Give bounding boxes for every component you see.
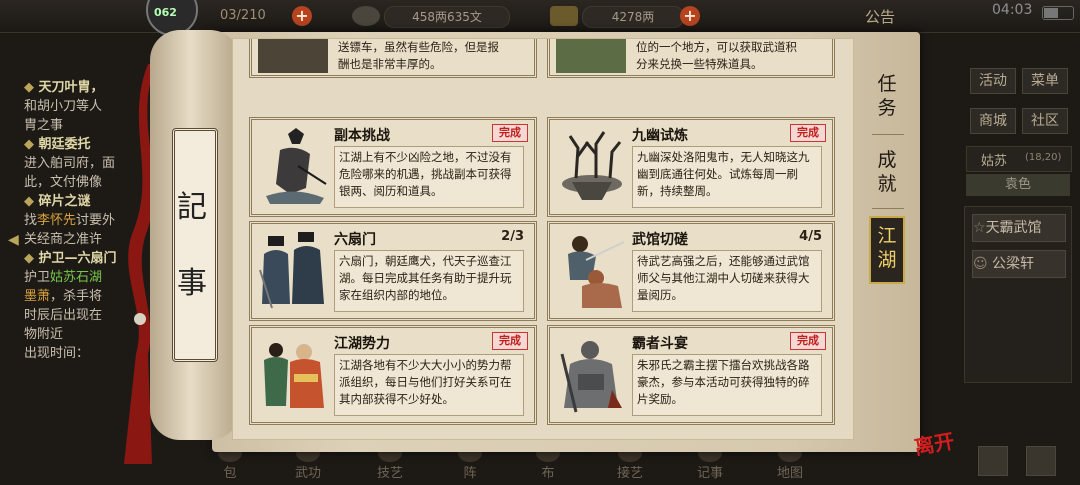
community-button[interactable]: 社区: [1022, 108, 1068, 134]
notice-button[interactable]: 公告: [865, 6, 895, 27]
scroll-title-plate: [172, 128, 218, 362]
location-name: 姑苏: [981, 154, 1008, 169]
battery-icon: [1042, 6, 1074, 20]
partial-card-arena[interactable]: 位的一个地方，可以获取武道积 分来兑换一些特殊道具。: [547, 39, 835, 78]
card-progress: 4/5: [799, 229, 822, 244]
activity-card-bazhe[interactable]: 霸者斗宴 完成 朱邪氏之霸主摆下擂台欢挑战各路豪杰，参与本活动可获得独特的碎片奖…: [547, 325, 835, 425]
activity-card-wuguan[interactable]: 武馆切磋 4/5 待武艺高强之后，还能够通过武馆师父与其他江湖中人切磋来获得大量…: [547, 221, 835, 321]
copper-coin-icon: [352, 6, 380, 26]
card-desc: 江湖上有不少凶险之地，不过没有危险哪来的机遇，挑战副本可获得银两、阅历和道具。: [334, 146, 524, 208]
partial-card-desc: 位的一个地方，可以获取武道积 分来兑换一些特殊道具。: [636, 40, 797, 71]
complete-badge: 完成: [492, 332, 528, 350]
silver-ingot-icon: [550, 6, 578, 26]
clock: 04:03: [992, 2, 1033, 18]
complete-badge: 完成: [790, 332, 826, 350]
card-title: 副本挑战: [334, 128, 390, 144]
tab-jianghu[interactable]: 江湖: [869, 216, 905, 284]
scroll-title-char: 事: [177, 266, 207, 301]
armored-warlord-art: [560, 341, 622, 413]
stamina-counter: 03/210: [220, 8, 266, 23]
location-link[interactable]: 姑苏石湖: [50, 270, 102, 285]
leave-button[interactable]: 离开: [912, 425, 956, 461]
bottom-right-slot-icon[interactable]: [978, 446, 1008, 476]
tab-divider: [872, 208, 904, 209]
energy-gauge-value: 062: [154, 6, 177, 19]
dead-tree-island-art: [562, 131, 622, 200]
tab-achievement[interactable]: 成就: [872, 148, 902, 196]
complete-badge: 完成: [790, 124, 826, 142]
scroll-title-char: 記: [177, 190, 207, 225]
arena-art: [556, 39, 626, 73]
shop-button[interactable]: 商城: [970, 108, 1016, 134]
activity-card-jiuyou[interactable]: 九幽试炼 完成 九幽深处洛阳鬼市，无人知晓这九幽到底通往何处。试炼每周一刷新，持…: [547, 117, 835, 217]
bottom-right-slot-icon[interactable]: [1026, 446, 1056, 476]
swordsman-art: [266, 128, 327, 204]
activity-button[interactable]: 活动: [970, 68, 1016, 94]
add-stamina-button[interactable]: +: [292, 6, 312, 26]
location-coords: (18,20): [1025, 152, 1062, 163]
tab-task[interactable]: 任务: [872, 72, 902, 120]
partial-card-escort[interactable]: 送镖车，虽然有些危险，但是报 酬也是非常丰厚的。: [249, 39, 537, 78]
card-progress: 2/3: [501, 229, 524, 244]
activity-card-faction[interactable]: 江湖势力 完成 江湖各地有不少大大小小的势力帮派组织，每日与他们打好关系可在其内…: [249, 325, 537, 425]
card-desc: 江湖各地有不少大大小小的势力帮派组织，每日与他们打好关系可在其内部获得不少好处。: [334, 354, 524, 416]
place-tianba-button[interactable]: ☆天霸武馆: [972, 214, 1066, 242]
tab-divider: [872, 134, 904, 135]
card-title: 江湖势力: [334, 336, 390, 352]
card-title: 霸者斗宴: [632, 336, 688, 352]
card-desc: 六扇门，朝廷鹰犬，代天子巡查江湖。每日完成其任务有助于提升玩家在组织内部的地位。: [334, 250, 524, 312]
complete-badge: 完成: [492, 124, 528, 142]
constables-art: [259, 232, 324, 309]
card-title: 六扇门: [334, 232, 376, 248]
sparring-art: [568, 236, 625, 308]
activity-card-dungeon[interactable]: 副本挑战 完成 江湖上有不少凶险之地，不过没有危险哪来的机遇，挑战副本可获得银两…: [249, 117, 537, 217]
activity-card-liushanmen[interactable]: 六扇门 2/3 六扇门，朝廷鹰犬，代天子巡查江湖。每日完成其任务有助于提升玩家在…: [249, 221, 537, 321]
card-desc: 待武艺高强之后，还能够通过武馆师父与其他江湖中人切磋来获得大量阅历。: [632, 250, 822, 312]
location-bar: 姑苏 (18,20): [966, 146, 1072, 172]
copper-amount: 458两635文: [384, 6, 510, 28]
card-title: 九幽试炼: [632, 128, 688, 144]
card-desc: 九幽深处洛阳鬼市，无人知晓这九幽到底通往何处。试炼每周一刷新，持续整周。: [632, 146, 822, 208]
exit-label[interactable]: 袁色: [966, 174, 1070, 196]
collapse-arrow-icon[interactable]: ◀: [8, 232, 19, 248]
card-title: 武馆切磋: [632, 232, 688, 248]
silver-amount: 4278两: [582, 6, 684, 28]
card-desc: 朱邪氏之霸主摆下擂台欢挑战各路豪杰，参与本活动可获得独特的碎片奖励。: [632, 354, 822, 416]
npc-link[interactable]: 李怀先: [37, 213, 76, 228]
npc-link[interactable]: 墨萧: [24, 289, 50, 304]
add-silver-button[interactable]: +: [680, 6, 700, 26]
menu-button[interactable]: 菜单: [1022, 68, 1068, 94]
place-gongliang-button[interactable]: ☺ 公梁轩: [972, 250, 1066, 278]
partial-card-desc: 送镖车，虽然有些危险，但是报 酬也是非常丰厚的。: [338, 40, 499, 71]
faction-fighters-art: [264, 343, 324, 408]
journal-content: 送镖车，虽然有些危险，但是报 酬也是非常丰厚的。 位的一个地方，可以获取武道积 …: [232, 38, 854, 440]
escort-cart-art: [258, 39, 328, 73]
